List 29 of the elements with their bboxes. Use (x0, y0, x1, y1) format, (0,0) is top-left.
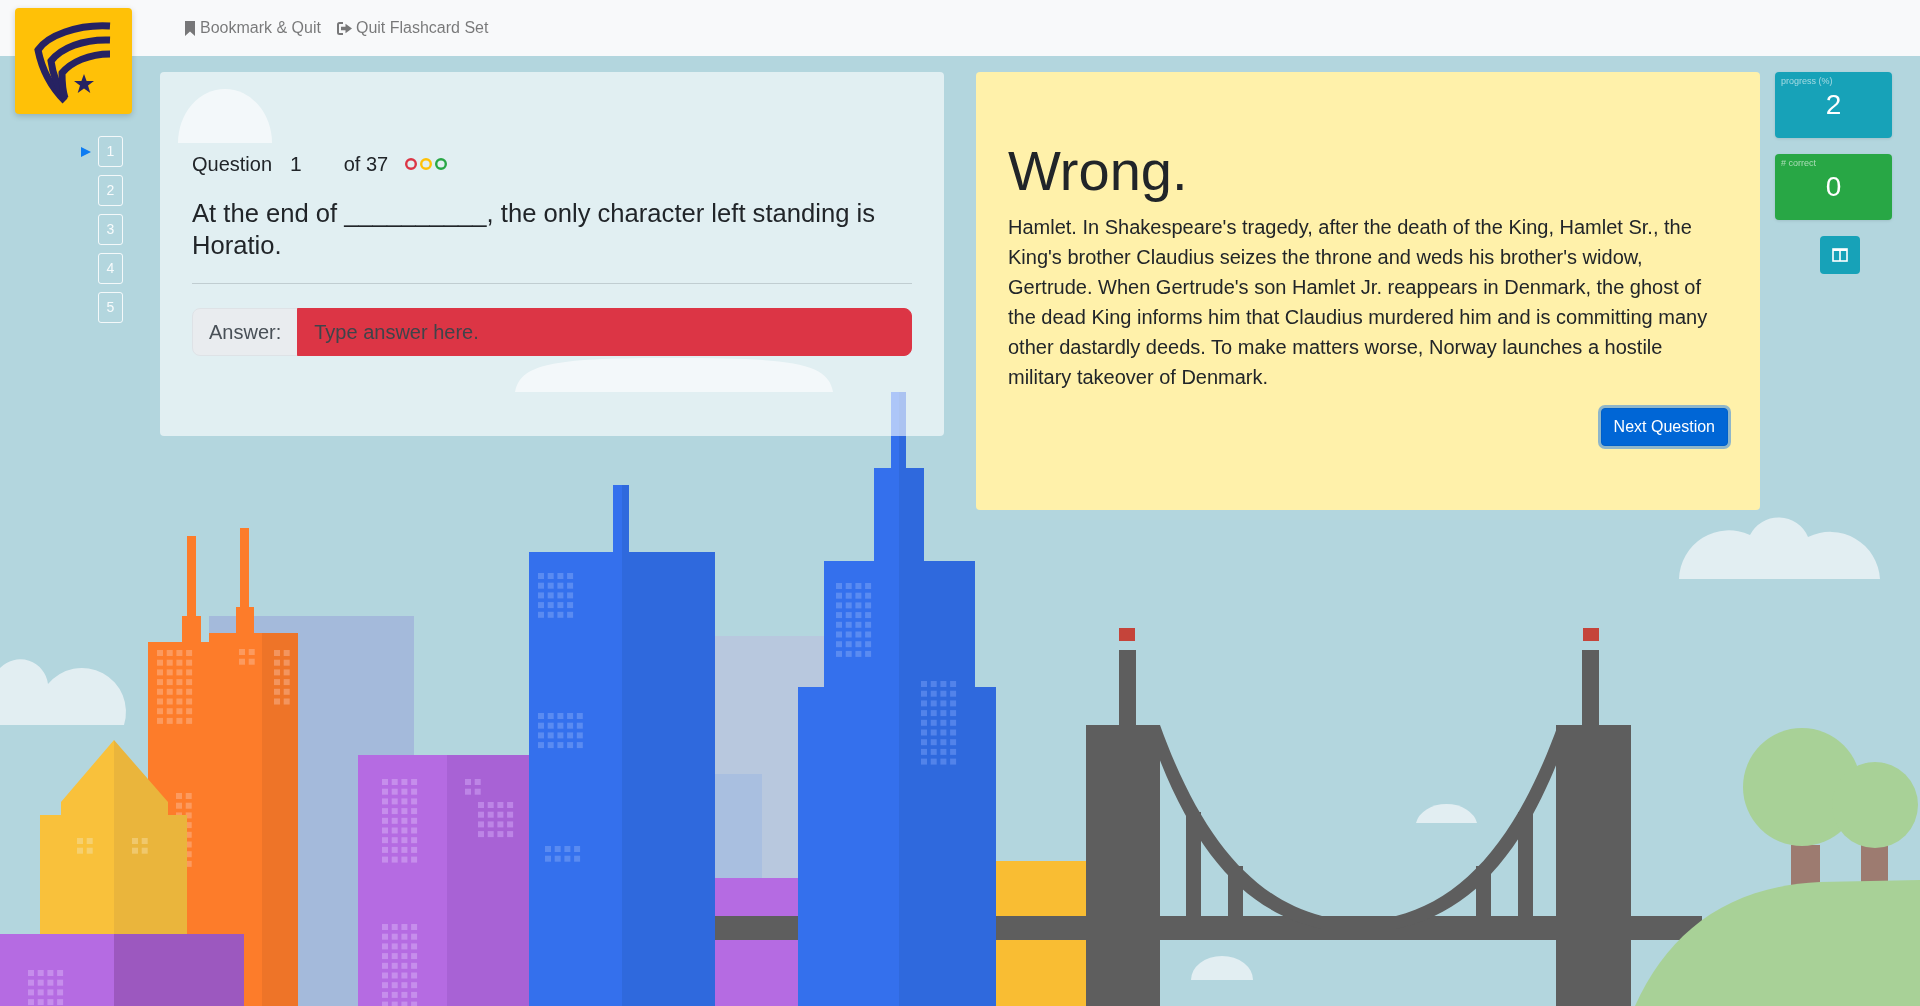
nav-link[interactable]: Bookmark & Quit (184, 16, 321, 40)
question-text: At the end of __________, the only character left standing is Horatio. (192, 198, 876, 261)
stat-label: # correct (1781, 157, 1816, 169)
question-number-button[interactable]: 3 (98, 214, 123, 245)
beacon (1583, 628, 1599, 641)
beacon (1119, 628, 1135, 641)
question-label: Question (192, 152, 273, 177)
explanation-text: Hamlet. In Shakespeare's tragedy, after the death of the King, Hamlet Sr., the King's brother Claudius seizes the throne and weds his brother's widow, Gertrude. When Gertrude's son Hamlet Jr. reappears in Denmark, the ghost of the dead King informs him that Claudius murdered him and is committing many other dastardly deeds. To make matters worse, Norway launches a hostile military takeover of Denmark. (1008, 215, 1709, 391)
answer-label: Answer: (192, 308, 299, 356)
columns-icon (1832, 248, 1848, 262)
cloud (1191, 956, 1253, 980)
question-number-button[interactable]: 4 (98, 253, 123, 284)
stat-value: 0 (1824, 170, 1843, 204)
nav-link[interactable]: Quit Flashcard Set (336, 16, 489, 40)
question-number-button[interactable]: 2 (98, 175, 123, 206)
stat-value: 2 (1824, 88, 1843, 122)
bookmark-icon (184, 20, 196, 36)
sign-out-icon (336, 21, 352, 35)
next-question-button[interactable]: Next Question (1600, 408, 1728, 447)
feedback-title: Wrong. (1008, 138, 1189, 204)
question-number-button[interactable]: 5 (98, 292, 123, 323)
question-total: of 37 (343, 152, 389, 177)
question-number-button[interactable]: 1 (98, 136, 123, 167)
stat-label: progress (%) (1781, 75, 1833, 87)
question-number: 1 (290, 151, 302, 178)
logo-icon[interactable] (15, 8, 132, 114)
columns-button[interactable] (1820, 236, 1860, 274)
cloud (1416, 804, 1477, 823)
answer-field[interactable]: Type answer here. (297, 308, 912, 356)
